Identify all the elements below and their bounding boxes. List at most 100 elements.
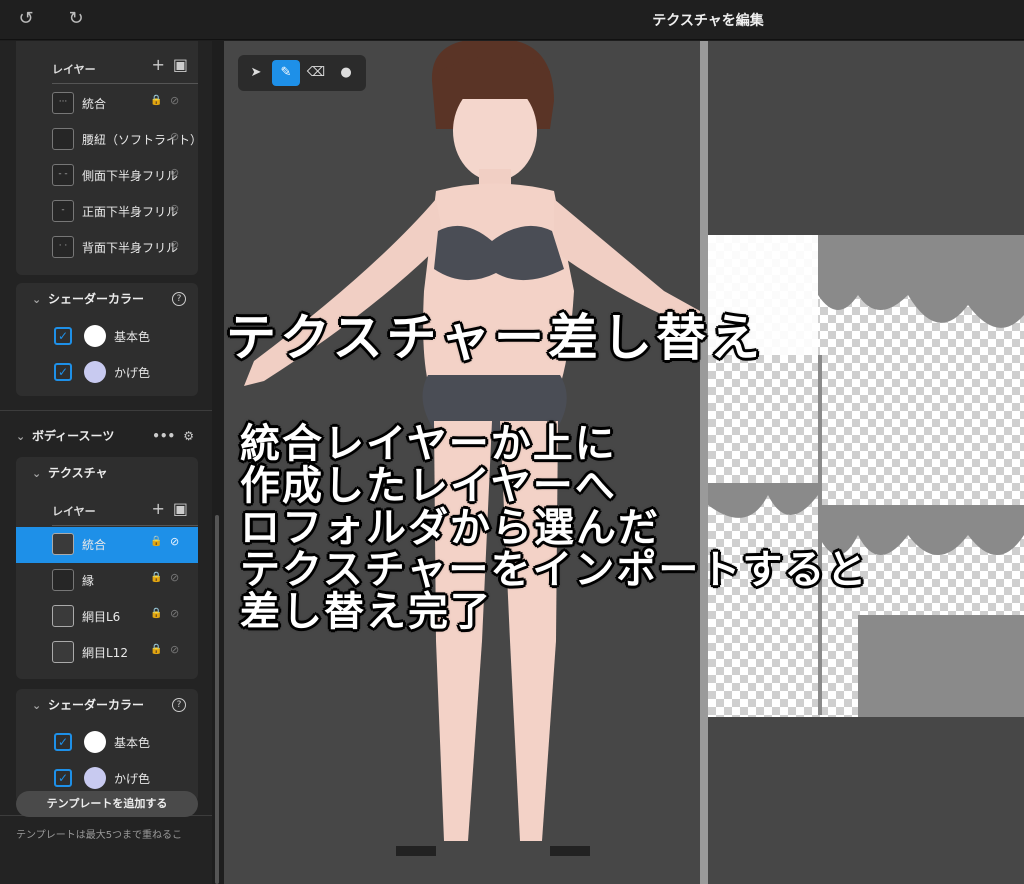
panel-splitter[interactable]: [700, 41, 708, 884]
texture-header[interactable]: ⌄ テクスチャ: [32, 463, 108, 483]
layer-row[interactable]: - 正面下半身フリル ⊘: [16, 194, 198, 230]
eye-hidden-icon[interactable]: ⊘: [170, 238, 179, 251]
layer-thumbnail: ···: [52, 92, 74, 114]
section-title: シェーダーカラー: [48, 698, 145, 712]
eye-hidden-icon[interactable]: ⊘: [170, 202, 179, 215]
divider: [52, 525, 198, 526]
shader-color-header[interactable]: ⌄ シェーダーカラー: [32, 289, 144, 309]
fill-tool-icon[interactable]: ●: [332, 60, 360, 86]
base-color-row[interactable]: ✓ 基本色: [16, 727, 198, 757]
chevron-down-icon: ⌄: [32, 467, 42, 480]
layer-name: 腰紐（ソフトライト）: [82, 133, 198, 147]
add-image-layer-icon[interactable]: ▣: [173, 499, 188, 518]
layer-thumbnail: [52, 128, 74, 150]
eye-hidden-icon[interactable]: ⊘: [170, 94, 179, 107]
shader-color-header[interactable]: ⌄ シェーダーカラー: [32, 695, 144, 715]
color-label: かげ色: [114, 366, 151, 380]
eye-hidden-icon[interactable]: ⊘: [170, 535, 179, 548]
eye-hidden-icon[interactable]: ⊘: [170, 166, 179, 179]
color-label: かげ色: [114, 772, 151, 786]
layer-name: 網目L12: [82, 646, 128, 660]
layer-name: 正面下半身フリル: [82, 205, 179, 219]
bodysuit-header[interactable]: ⌄ ボディースーツ ••• ⚙: [16, 426, 198, 446]
pen-tool-icon[interactable]: ✎: [272, 60, 300, 86]
lock-icon[interactable]: 🔒: [150, 95, 162, 106]
eye-hidden-icon[interactable]: ⊘: [170, 571, 179, 584]
add-layer-icon[interactable]: +: [151, 499, 164, 518]
layer-name: 統合: [82, 538, 107, 552]
section-title: テクスチャ: [48, 466, 108, 480]
add-template-button[interactable]: テンプレートを追加する: [16, 791, 198, 817]
chevron-down-icon: ⌄: [16, 430, 26, 443]
eye-hidden-icon[interactable]: ⊘: [170, 607, 179, 620]
title-bar: ↺ ↻ テクスチャを編集: [0, 0, 1024, 40]
help-icon[interactable]: ?: [172, 698, 186, 712]
divider: [0, 410, 212, 411]
layer-row[interactable]: 縁 🔒 ⊘: [16, 563, 198, 599]
checkbox[interactable]: ✓: [54, 733, 72, 751]
checkbox[interactable]: ✓: [54, 363, 72, 381]
color-swatch[interactable]: [84, 361, 106, 383]
shader-color-panel: ⌄ シェーダーカラー ? ✓ 基本色 ✓ かげ色: [16, 283, 198, 396]
layer-row-selected[interactable]: 統合 🔒 ⊘: [16, 527, 198, 563]
layer-thumbnail: [52, 533, 74, 555]
layer-thumbnail: - -: [52, 164, 74, 186]
sidebar-scrollbar[interactable]: [215, 515, 219, 884]
drawing-toolbar: ➤ ✎ ⌫ ●: [238, 55, 366, 91]
settings-icon[interactable]: ⚙: [183, 429, 194, 443]
upper-layer-panel: レイヤー + ▣ ··· 統合 🔒 ⊘ 腰紐（ソフトライト） ⊘ - - 側面下半…: [16, 41, 198, 275]
chevron-down-icon: ⌄: [32, 699, 42, 712]
layer-thumbnail: -: [52, 200, 74, 222]
caption-line: テクスチャーをインポートすると: [240, 547, 869, 593]
layer-section-label: レイヤー: [52, 63, 96, 76]
color-label: 基本色: [114, 736, 151, 750]
layer-name: 網目L6: [82, 610, 121, 624]
lock-icon[interactable]: 🔒: [150, 644, 162, 655]
eye-hidden-icon[interactable]: ⊘: [170, 643, 179, 656]
layer-name: 背面下半身フリル: [82, 241, 179, 255]
layer-row[interactable]: 腰紐（ソフトライト） ⊘: [16, 122, 198, 158]
select-tool-icon[interactable]: ➤: [242, 60, 270, 86]
caption-line: 作成したレイヤーへ: [240, 463, 617, 509]
layer-name: 側面下半身フリル: [82, 169, 179, 183]
eye-hidden-icon[interactable]: ⊘: [170, 130, 179, 143]
color-swatch[interactable]: [84, 325, 106, 347]
lock-icon[interactable]: 🔒: [150, 608, 162, 619]
color-swatch[interactable]: [84, 767, 106, 789]
checkbox[interactable]: ✓: [54, 769, 72, 787]
layer-row[interactable]: · · 背面下半身フリル ⊘: [16, 230, 198, 266]
help-icon[interactable]: ?: [172, 292, 186, 306]
layer-row[interactable]: ··· 統合 🔒 ⊘: [16, 86, 198, 122]
add-layer-icon[interactable]: +: [151, 55, 164, 74]
layer-row[interactable]: - - 側面下半身フリル ⊘: [16, 158, 198, 194]
caption-line: 統合レイヤーか上に: [240, 421, 617, 467]
layer-section-label: レイヤー: [52, 505, 96, 518]
chevron-down-icon: ⌄: [32, 293, 42, 306]
layer-name: 縁: [82, 574, 95, 588]
headline-caption: テクスチャー差し替え: [226, 309, 764, 367]
caption-line: ロフォルダから選んだ: [240, 505, 660, 551]
lock-icon[interactable]: 🔒: [150, 536, 162, 547]
template-note: テンプレートは最大5つまで重ねるこ: [16, 830, 183, 841]
color-swatch[interactable]: [84, 731, 106, 753]
shade-color-row[interactable]: ✓ かげ色: [16, 763, 198, 793]
eraser-tool-icon[interactable]: ⌫: [302, 60, 330, 86]
section-title: ボディースーツ: [32, 429, 115, 443]
layer-row[interactable]: 網目L6 🔒 ⊘: [16, 599, 198, 635]
layer-thumbnail: [52, 569, 74, 591]
more-icon[interactable]: •••: [152, 429, 175, 443]
divider: [52, 83, 198, 84]
texture-panel: ⌄ テクスチャ レイヤー + ▣ 統合 🔒 ⊘ 縁 🔒 ⊘ 網目L6 🔒 ⊘ 網目L…: [16, 457, 198, 679]
base-color-row[interactable]: ✓ 基本色: [16, 321, 198, 351]
sidebar: レイヤー + ▣ ··· 統合 🔒 ⊘ 腰紐（ソフトライト） ⊘ - - 側面下半…: [0, 41, 212, 884]
layer-thumbnail: [52, 641, 74, 663]
shade-color-row[interactable]: ✓ かげ色: [16, 357, 198, 387]
texture-view[interactable]: [708, 41, 1024, 884]
shader-color-panel: ⌄ シェーダーカラー ? ✓ 基本色 ✓ かげ色: [16, 689, 198, 802]
add-image-layer-icon[interactable]: ▣: [173, 55, 188, 74]
checkbox[interactable]: ✓: [54, 327, 72, 345]
layer-name: 統合: [82, 97, 107, 111]
lock-icon[interactable]: 🔒: [150, 572, 162, 583]
layer-thumbnail: · ·: [52, 236, 74, 258]
layer-row[interactable]: 網目L12 🔒 ⊘: [16, 635, 198, 671]
